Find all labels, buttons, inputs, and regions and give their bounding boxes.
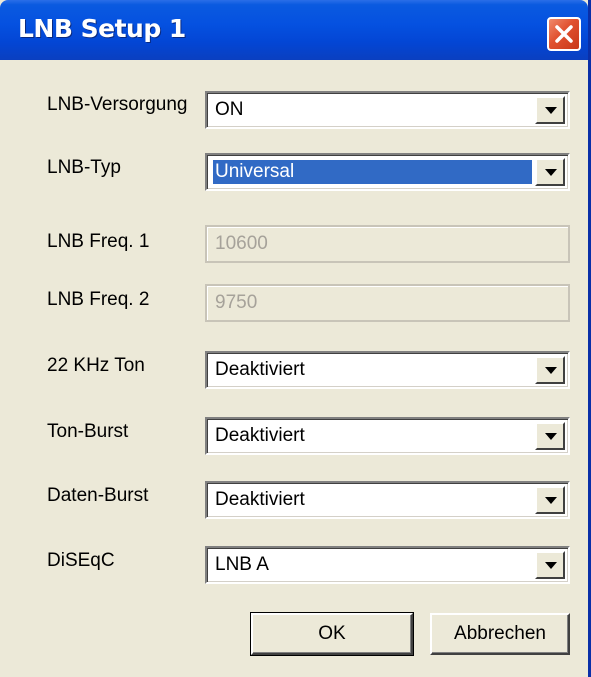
data-burst-label: Daten-Burst bbox=[47, 485, 149, 506]
lnb-freq2-value: 9750 bbox=[215, 292, 258, 313]
lnb-freq1-field[interactable]: 10600 bbox=[205, 225, 570, 263]
chevron-down-icon[interactable] bbox=[535, 422, 565, 450]
lnb-freq1-label: LNB Freq. 1 bbox=[47, 231, 150, 252]
diseqc-select[interactable]: LNB A bbox=[205, 546, 570, 584]
lnb-freq1-value: 10600 bbox=[215, 233, 268, 254]
lnb-supply-value: ON bbox=[215, 99, 244, 120]
lnb-type-select[interactable]: Universal bbox=[205, 153, 570, 191]
lnb-type-value: Universal bbox=[213, 160, 532, 184]
lnb-setup-dialog: LNB Setup 1 LNB-Versorgung ON LNB-Typ Un… bbox=[0, 0, 591, 677]
close-button[interactable] bbox=[547, 17, 581, 51]
ok-button[interactable]: OK bbox=[250, 612, 414, 656]
window-title: LNB Setup 1 bbox=[18, 14, 186, 43]
data-burst-value: Deaktiviert bbox=[215, 489, 305, 510]
chevron-down-icon[interactable] bbox=[535, 551, 565, 579]
tone-22khz-value: Deaktiviert bbox=[215, 359, 305, 380]
tone-burst-label: Ton-Burst bbox=[47, 421, 129, 442]
tone-22khz-select[interactable]: Deaktiviert bbox=[205, 351, 570, 389]
lnb-freq2-label: LNB Freq. 2 bbox=[47, 289, 150, 310]
title-bar[interactable]: LNB Setup 1 bbox=[0, 0, 588, 60]
close-icon bbox=[555, 25, 573, 43]
diseqc-label: DiSEqC bbox=[47, 550, 115, 571]
diseqc-value: LNB A bbox=[215, 554, 269, 575]
chevron-down-icon[interactable] bbox=[535, 158, 565, 186]
lnb-type-label: LNB-Typ bbox=[47, 157, 121, 178]
tone-burst-select[interactable]: Deaktiviert bbox=[205, 417, 570, 455]
data-burst-select[interactable]: Deaktiviert bbox=[205, 481, 570, 519]
chevron-down-icon[interactable] bbox=[535, 96, 565, 124]
tone-22khz-label: 22 KHz Ton bbox=[47, 355, 145, 376]
chevron-down-icon[interactable] bbox=[535, 486, 565, 514]
cancel-button[interactable]: Abbrechen bbox=[430, 613, 570, 655]
lnb-supply-label: LNB-Versorgung bbox=[47, 94, 188, 115]
lnb-supply-select[interactable]: ON bbox=[205, 91, 570, 129]
lnb-freq2-field[interactable]: 9750 bbox=[205, 284, 570, 322]
tone-burst-value: Deaktiviert bbox=[215, 425, 305, 446]
chevron-down-icon[interactable] bbox=[535, 356, 565, 384]
